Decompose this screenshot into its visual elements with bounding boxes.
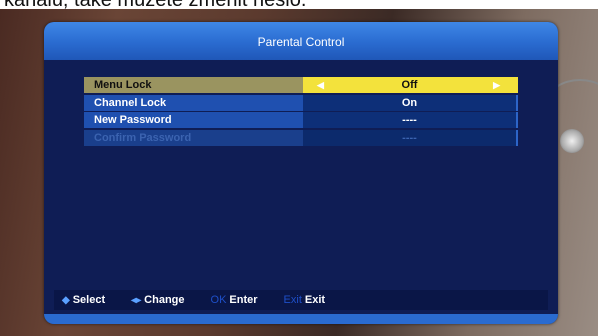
channel-lock-label: Channel Lock <box>84 94 303 111</box>
dialog-bottom-band <box>44 314 558 324</box>
hint-change: ◂▸ Change <box>131 294 184 306</box>
arrow-left-icon[interactable]: ◀ <box>317 77 324 93</box>
confirm-password-field: ---- <box>303 129 518 146</box>
background-lamp <box>560 129 584 153</box>
caption-text: kanálu, také můžete změnit heslo. <box>0 0 598 9</box>
hint-enter-label: Enter <box>229 294 258 306</box>
up-down-arrows-icon: ◆ <box>62 294 70 306</box>
ok-key-label: OK <box>210 294 227 306</box>
hint-exit-label: Exit <box>304 294 326 306</box>
hint-select: ◆ Select <box>62 294 105 306</box>
menu-lock-label: Menu Lock <box>84 77 303 93</box>
help-bar: ◆ Select ◂▸ Change OK Enter Exit Exit <box>54 290 548 310</box>
channel-lock-value[interactable]: On <box>303 94 518 111</box>
menu-lock-value-text: Off <box>401 79 418 91</box>
arrow-right-icon[interactable]: ▶ <box>493 77 500 93</box>
hint-select-label: Select <box>72 294 106 306</box>
settings-list: Menu Lock ◀ Off ▶ Channel Lock On New Pa… <box>84 77 518 147</box>
menu-lock-row[interactable]: Menu Lock ◀ Off ▶ <box>84 77 518 93</box>
confirm-password-row: Confirm Password ---- <box>84 129 518 146</box>
confirm-password-label: Confirm Password <box>84 129 303 146</box>
left-right-arrows-icon: ◂▸ <box>131 294 142 306</box>
new-password-field[interactable]: ---- <box>303 112 518 128</box>
exit-key-label: Exit <box>283 294 302 306</box>
hint-change-label: Change <box>144 294 185 306</box>
hint-exit: Exit Exit <box>284 294 326 306</box>
channel-lock-row[interactable]: Channel Lock On <box>84 94 518 111</box>
parental-control-dialog: Parental Control Menu Lock ◀ Off ▶ Chann… <box>44 22 558 324</box>
dialog-title: Parental Control <box>44 22 558 60</box>
menu-lock-value[interactable]: ◀ Off ▶ <box>303 77 518 93</box>
hint-enter: OK Enter <box>211 294 258 306</box>
new-password-row[interactable]: New Password ---- <box>84 112 518 128</box>
new-password-label: New Password <box>84 112 303 128</box>
